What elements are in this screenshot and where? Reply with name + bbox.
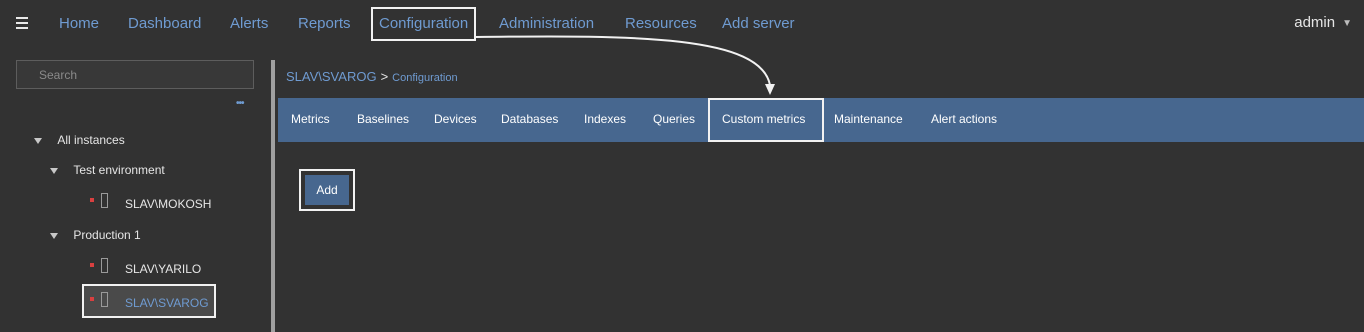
tab-maintenance[interactable]: Maintenance	[834, 112, 903, 126]
server-status-icon	[90, 292, 110, 308]
tab-queries[interactable]: Queries	[653, 112, 695, 126]
expand-triangle-icon[interactable]	[50, 167, 58, 174]
chevron-down-icon: ▼	[1342, 17, 1352, 29]
expand-triangle-icon[interactable]	[50, 232, 58, 239]
tree-server-yarilo[interactable]: SLAV\YARILO	[90, 258, 202, 276]
tree-root-label: All instances	[57, 133, 125, 147]
tab-databases[interactable]: Databases	[501, 112, 558, 126]
user-menu[interactable]: admin ▼	[1294, 14, 1352, 31]
tree-server-svarog[interactable]: SLAV\SVAROG	[90, 292, 209, 310]
splitter-handle[interactable]	[271, 60, 275, 332]
tree-group-production[interactable]: Production 1	[50, 228, 141, 242]
nav-home[interactable]: Home	[59, 14, 99, 34]
server-label: SLAV\MOKOSH	[125, 197, 212, 211]
tab-alert-actions[interactable]: Alert actions	[931, 112, 997, 126]
tree-group-test[interactable]: Test environment	[50, 163, 165, 177]
tab-custom-metrics[interactable]: Custom metrics	[708, 98, 824, 142]
nav-resources[interactable]: Resources	[625, 14, 697, 34]
username: admin	[1294, 14, 1336, 31]
tree-group-label: Production 1	[73, 228, 141, 242]
search-box	[16, 60, 254, 89]
nav-configuration[interactable]: Configuration	[371, 7, 477, 41]
panel-splitter[interactable]	[270, 50, 278, 332]
tree-server-mokosh[interactable]: SLAV\MOKOSH	[90, 193, 212, 211]
config-tab-bar: Metrics Baselines Devices Databases Inde…	[278, 98, 1364, 142]
tab-devices[interactable]: Devices	[434, 112, 477, 126]
chevron-right-icon: >	[380, 69, 389, 84]
tab-indexes[interactable]: Indexes	[584, 112, 626, 126]
server-label: SLAV\SVAROG	[125, 296, 209, 310]
main-content: SLAV\SVAROG > Configuration Metrics Baseli…	[278, 50, 1364, 332]
add-button[interactable]: Add	[305, 175, 349, 205]
server-status-icon	[90, 193, 110, 209]
nav-alerts[interactable]: Alerts	[230, 14, 268, 34]
server-status-icon	[90, 258, 110, 274]
add-button-highlight: Add	[299, 169, 355, 211]
breadcrumb-page: Configuration	[392, 72, 458, 84]
nav-administration[interactable]: Administration	[499, 14, 594, 34]
top-navigation: Home Dashboard Alerts Reports Configurat…	[0, 0, 1364, 50]
nav-dashboard[interactable]: Dashboard	[128, 14, 201, 34]
nav-add-server[interactable]: Add server	[722, 14, 795, 34]
nav-reports[interactable]: Reports	[298, 14, 351, 34]
breadcrumb: SLAV\SVAROG > Configuration	[286, 69, 458, 84]
sidebar: ••• All instances Test environment SLAV\…	[0, 50, 270, 332]
tab-metrics[interactable]: Metrics	[291, 112, 330, 126]
breadcrumb-server[interactable]: SLAV\SVAROG	[286, 69, 377, 84]
search-input[interactable]	[17, 61, 253, 88]
hamburger-menu-icon[interactable]	[16, 17, 28, 29]
tab-baselines[interactable]: Baselines	[357, 112, 409, 126]
tree-group-label: Test environment	[73, 163, 165, 177]
expand-triangle-icon[interactable]	[34, 137, 42, 144]
server-label: SLAV\YARILO	[125, 262, 202, 276]
tree-root[interactable]: All instances	[34, 133, 125, 147]
more-options-icon[interactable]: •••	[236, 99, 244, 109]
